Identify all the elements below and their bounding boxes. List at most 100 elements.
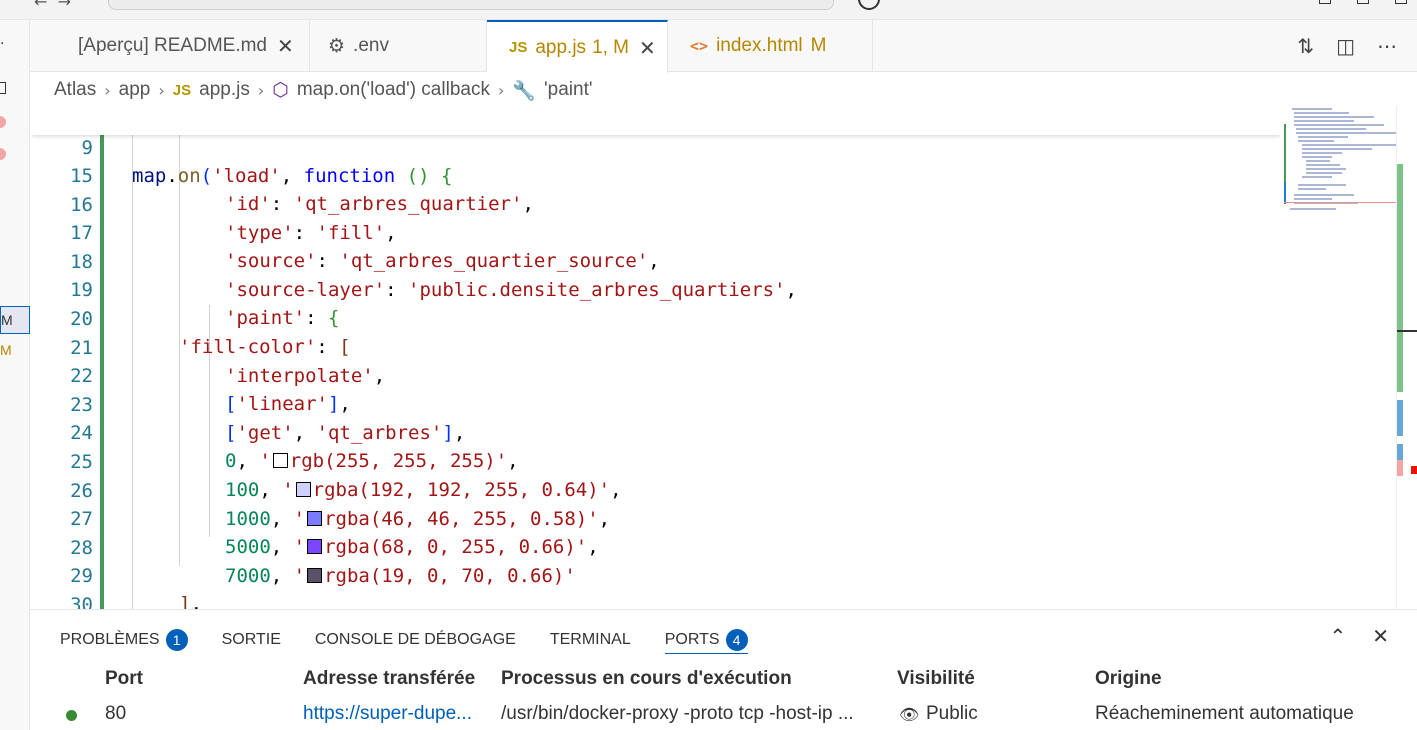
tab-label: .env bbox=[353, 35, 389, 56]
tab-label: PROBLÈMES bbox=[60, 631, 160, 648]
explorer-fragment-icon bbox=[0, 82, 6, 94]
breadcrumb-property[interactable]: 'paint' bbox=[544, 79, 592, 101]
breadcrumb-symbol[interactable]: map.on('load') callback bbox=[297, 79, 490, 101]
code-line[interactable]: 24 0, ' rgb(255, 255, 255)', bbox=[30, 391, 1282, 472]
error-marker-icon-2 bbox=[0, 148, 6, 160]
error-marker-icon bbox=[0, 116, 6, 128]
tab-label: app.js bbox=[535, 36, 587, 58]
tab-label: PORTS bbox=[664, 630, 720, 648]
tab-index-html[interactable]: <> index.html M bbox=[668, 20, 873, 72]
code-line[interactable]: 27 5000, ' rgba(68, 0, 255, 0.66)', bbox=[30, 477, 1282, 558]
code-line[interactable]: 20 'fill-color': [ bbox=[30, 277, 1282, 358]
code-text: map.on('load', function () { bbox=[132, 165, 453, 187]
more-icon[interactable]: · bbox=[0, 36, 4, 52]
split-editor-icon[interactable]: ◫ bbox=[1336, 34, 1355, 58]
code-line[interactable]: 30 'fill-opacity': 0.7 bbox=[30, 563, 1282, 609]
code-line[interactable]: 19 'paint': { bbox=[30, 248, 1282, 329]
title-bar: ← → bbox=[0, 0, 1417, 20]
line-number: 9 bbox=[81, 137, 93, 159]
scrollbar-change-marker bbox=[1397, 444, 1403, 460]
javascript-icon: JS bbox=[509, 39, 528, 56]
chevron-right-icon: › bbox=[257, 80, 265, 100]
compare-changes-icon[interactable]: ⇅ bbox=[1297, 34, 1314, 58]
code-line[interactable]: 15 'id': 'qt_arbres_quartier', bbox=[30, 134, 1282, 215]
column-header-port[interactable]: Port bbox=[105, 668, 143, 690]
port-value: 80 bbox=[105, 703, 127, 724]
tab-ports[interactable]: PORTS 4 bbox=[664, 626, 748, 654]
selected-file-item[interactable]: M bbox=[0, 306, 30, 334]
close-icon[interactable]: ✕ bbox=[1372, 624, 1389, 648]
editor-tab-bar: [Aperçu] README.md ✕ ⚙ .env JS app.js 1,… bbox=[30, 20, 1417, 73]
account-icon[interactable] bbox=[858, 0, 880, 10]
forwarded-address-link[interactable]: https://super-dupe... bbox=[303, 703, 472, 725]
panel-tabs: PROBLÈMES 1 SORTIE CONSOLE DE DÉBOGAGE T… bbox=[60, 626, 748, 654]
minimap[interactable] bbox=[1284, 106, 1398, 609]
scrollbar-error-marker bbox=[1397, 460, 1403, 476]
process-value: /usr/bin/docker-proxy -proto tcp -host-i… bbox=[501, 703, 854, 724]
tab-app-js[interactable]: JS app.js 1, M ✕ bbox=[487, 20, 668, 73]
breadcrumb-root[interactable]: Atlas bbox=[54, 79, 96, 101]
tab-problems[interactable]: PROBLÈMES 1 bbox=[60, 626, 188, 654]
gear-icon: ⚙ bbox=[328, 35, 346, 57]
code-line[interactable]: 25 100, ' rgba(192, 192, 255, 0.64)', bbox=[30, 420, 1282, 501]
chevron-right-icon: › bbox=[158, 80, 165, 100]
tab-status: M bbox=[810, 35, 827, 56]
sticky-scroll-line[interactable]: 9 map.on('load', function () { bbox=[30, 106, 1282, 187]
close-icon[interactable]: ✕ bbox=[277, 34, 294, 58]
code-line[interactable]: 22 ['linear'], bbox=[30, 334, 1282, 415]
column-header-process[interactable]: Processus en cours d'exécution bbox=[501, 668, 792, 690]
editor-actions: ⇅ ◫ ⋯ bbox=[1297, 34, 1397, 58]
layout-panel-icon[interactable] bbox=[1319, 0, 1331, 4]
tab-label: SORTIE bbox=[221, 631, 281, 648]
wrench-icon: 🔧 bbox=[512, 79, 537, 102]
method-cube-icon: ⬡ bbox=[272, 79, 289, 101]
code-line[interactable]: 31 } bbox=[30, 592, 1282, 609]
count-badge: 1 bbox=[165, 629, 188, 651]
layout-sidebar-icon[interactable] bbox=[1357, 0, 1369, 4]
tab-env[interactable]: ⚙ .env bbox=[310, 20, 487, 72]
layout-controls bbox=[1319, 0, 1407, 4]
tab-status: 1, M bbox=[592, 36, 630, 58]
code-line[interactable]: 21 'interpolate', bbox=[30, 306, 1282, 387]
nav-arrows-icon[interactable]: ← → bbox=[34, 0, 71, 11]
column-header-visibility[interactable]: Visibilité bbox=[897, 668, 975, 690]
column-header-origin[interactable]: Origine bbox=[1095, 668, 1162, 690]
chevron-up-icon[interactable]: ⌃ bbox=[1329, 624, 1346, 648]
scrollbar-change-marker bbox=[1397, 400, 1403, 436]
vertical-scrollbar[interactable] bbox=[1396, 106, 1417, 609]
breadcrumb-folder[interactable]: app bbox=[119, 79, 151, 101]
tab-label: index.html bbox=[716, 35, 803, 56]
visibility-value[interactable]: Public bbox=[926, 703, 978, 725]
count-badge: 4 bbox=[725, 628, 748, 651]
tab-readme-preview[interactable]: [Aperçu] README.md ✕ bbox=[30, 20, 310, 72]
code-line[interactable]: 26 1000, ' rgba(46, 46, 255, 0.58)', bbox=[30, 449, 1282, 530]
column-header-address[interactable]: Adresse transférée bbox=[303, 668, 475, 690]
tab-label: [Aperçu] README.md bbox=[78, 35, 267, 56]
command-center[interactable] bbox=[108, 0, 834, 10]
tab-debug-console[interactable]: CONSOLE DE DÉBOGAGE bbox=[315, 626, 516, 654]
code-line[interactable]: 17 'source': 'qt_arbres_quartier_source'… bbox=[30, 191, 1282, 272]
chevron-right-icon: › bbox=[104, 80, 111, 100]
html-icon: <> bbox=[690, 37, 709, 55]
activity-bar: · M M bbox=[0, 20, 30, 730]
code-line[interactable]: 28 7000, ' rgba(19, 0, 70, 0.66)' bbox=[30, 506, 1282, 587]
chevron-right-icon: › bbox=[497, 80, 505, 100]
javascript-icon: JS bbox=[172, 81, 192, 99]
scrollbar-change-marker bbox=[1397, 164, 1403, 392]
close-icon[interactable]: ✕ bbox=[639, 36, 656, 60]
scrollbar-cursor-marker bbox=[1397, 330, 1417, 332]
code-editor[interactable]: 9 map.on('load', function () { 15 'id': … bbox=[30, 106, 1282, 609]
code-line[interactable]: 23 ['get', 'qt_arbres'], bbox=[30, 363, 1282, 444]
layout-secondary-icon[interactable] bbox=[1395, 0, 1407, 4]
code-line[interactable]: 29 ], bbox=[30, 534, 1282, 609]
breadcrumb-file[interactable]: app.js bbox=[199, 79, 250, 101]
more-actions-icon[interactable]: ⋯ bbox=[1377, 34, 1397, 58]
panel-actions: ⌃ ✕ bbox=[1329, 624, 1389, 648]
tab-output[interactable]: SORTIE bbox=[222, 626, 281, 654]
code-line[interactable]: 18 'source-layer': 'public.densite_arbre… bbox=[30, 220, 1282, 301]
scrollbar-error-marker bbox=[1411, 466, 1417, 474]
tab-terminal[interactable]: TERMINAL bbox=[550, 626, 631, 654]
bottom-panel: PROBLÈMES 1 SORTIE CONSOLE DE DÉBOGAGE T… bbox=[30, 609, 1417, 730]
modified-file-indicator: M bbox=[0, 342, 12, 358]
tab-label: TERMINAL bbox=[549, 631, 631, 648]
